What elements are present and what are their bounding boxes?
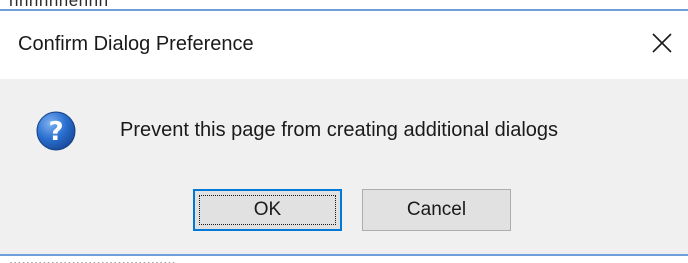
question-icon: ? [36, 111, 76, 151]
dialog-title: Confirm Dialog Preference [18, 33, 254, 55]
ok-button[interactable]: OK [193, 189, 342, 231]
ok-button-label: OK [253, 199, 282, 220]
cancel-button-label: Cancel [406, 199, 467, 220]
screen: nnnnnnennn Confirm Dialog Preference ? P… [0, 0, 688, 263]
dialog-body: ? Prevent this page from creating additi… [0, 79, 688, 254]
close-button[interactable] [636, 21, 688, 65]
cancel-button[interactable]: Cancel [362, 189, 511, 231]
confirm-dialog: Confirm Dialog Preference ? Prevent this… [0, 11, 688, 254]
svg-text:?: ? [48, 117, 63, 147]
dialog-titlebar: Confirm Dialog Preference [0, 11, 688, 79]
background-page-text-bottom: ........................................ [9, 251, 176, 263]
close-icon [652, 33, 672, 53]
dialog-message: Prevent this page from creating addition… [120, 119, 559, 141]
